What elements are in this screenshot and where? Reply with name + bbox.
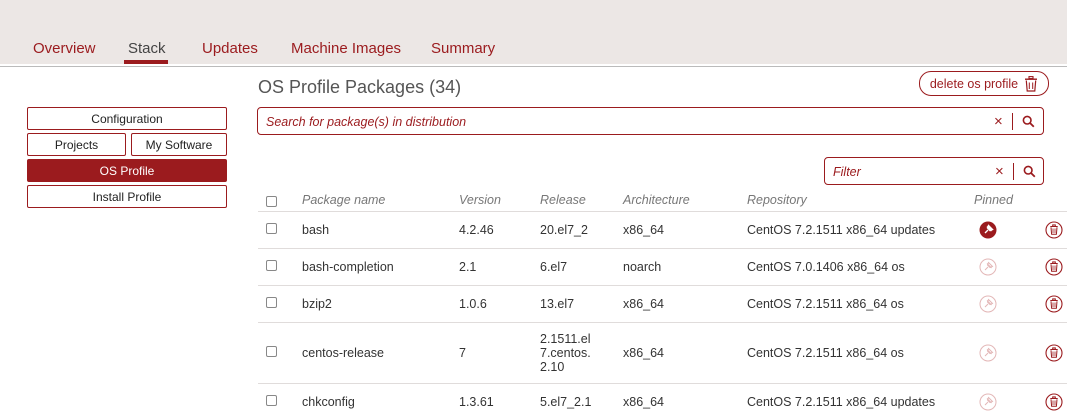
column-header-pinned[interactable]: Pinned: [974, 193, 1013, 207]
tab-summary[interactable]: Summary: [431, 40, 495, 57]
row-checkbox[interactable]: [266, 296, 277, 308]
trash-icon[interactable]: [1045, 257, 1063, 276]
cell-package-name: bash: [302, 222, 330, 237]
pin-icon[interactable]: [979, 221, 997, 239]
delete-os-profile-label: delete os profile: [929, 76, 1019, 91]
cell-architecture: x86_64: [623, 394, 665, 409]
select-all-checkbox[interactable]: [266, 196, 277, 207]
trash-icon[interactable]: [1045, 294, 1063, 313]
cell-package-name: bash-completion: [302, 259, 394, 274]
cell-release: 6.el7: [540, 259, 568, 274]
column-header-version[interactable]: Version: [459, 193, 501, 207]
filter-divider: [1013, 163, 1014, 180]
cell-version: 1.0.6: [459, 296, 487, 311]
tab-overview[interactable]: Overview: [33, 40, 96, 57]
cell-repository: CentOS 7.2.1511 x86_64 os: [747, 296, 904, 311]
page-title: OS Profile Packages (34): [258, 77, 462, 97]
cell-release: 7.centos.: [540, 345, 591, 360]
cell-release: 20.el7_2: [540, 222, 588, 237]
cell-version: 7: [459, 345, 466, 360]
cell-architecture: x86_64: [623, 296, 665, 311]
column-header-repository[interactable]: Repository: [747, 193, 807, 207]
cell-architecture: x86_64: [623, 222, 665, 237]
close-icon[interactable]: ×: [995, 163, 1004, 180]
row-checkbox[interactable]: [266, 222, 277, 234]
search-divider: [1012, 113, 1013, 130]
table-filter: ×: [824, 157, 1044, 185]
pin-icon[interactable]: [979, 393, 997, 411]
filter-input[interactable]: [833, 163, 983, 181]
tab-machine-images[interactable]: Machine Images: [291, 40, 401, 57]
column-header-release[interactable]: Release: [540, 193, 586, 207]
row-checkbox[interactable]: [266, 259, 277, 271]
cell-package-name: chkconfig: [302, 394, 355, 409]
os-profile-button[interactable]: OS Profile: [27, 159, 227, 182]
cell-repository: CentOS 7.2.1511 x86_64 os: [747, 345, 904, 360]
tab-updates[interactable]: Updates: [202, 40, 258, 57]
cell-package-name: bzip2: [302, 296, 332, 311]
tab-stack[interactable]: Stack: [128, 40, 166, 57]
trash-icon: [1025, 75, 1038, 92]
row-checkbox[interactable]: [266, 394, 277, 406]
configuration-button[interactable]: Configuration: [27, 107, 227, 130]
trash-icon[interactable]: [1045, 392, 1063, 411]
magnifier-icon[interactable]: [1023, 165, 1036, 178]
trash-icon[interactable]: [1045, 220, 1063, 239]
cell-release: 13.el7: [540, 296, 575, 311]
package-search: ×: [257, 107, 1044, 135]
cell-release: 2.10: [540, 359, 565, 374]
my-software-button[interactable]: My Software: [131, 133, 227, 156]
delete-os-profile-button[interactable]: delete os profile: [919, 71, 1049, 96]
cell-repository: CentOS 7.0.1406 x86_64 os: [747, 259, 905, 274]
cell-version: 4.2.46: [459, 222, 494, 237]
package-search-input[interactable]: [266, 113, 966, 131]
pin-icon[interactable]: [979, 295, 997, 313]
magnifier-icon[interactable]: [1022, 115, 1035, 128]
pin-icon[interactable]: [979, 344, 997, 362]
active-tab-indicator: [124, 60, 168, 64]
cell-release: 5.el7_2.1: [540, 394, 592, 409]
cell-architecture: noarch: [623, 259, 662, 274]
column-header-package-name[interactable]: Package name: [302, 193, 385, 207]
column-header-architecture[interactable]: Architecture: [623, 193, 690, 207]
cell-package-name: centos-release: [302, 345, 384, 360]
header-divider: [0, 66, 1067, 67]
cell-architecture: x86_64: [623, 345, 665, 360]
pin-icon[interactable]: [979, 258, 997, 276]
cell-version: 2.1: [459, 259, 477, 274]
row-checkbox[interactable]: [266, 345, 277, 357]
projects-button[interactable]: Projects: [27, 133, 126, 156]
close-icon[interactable]: ×: [994, 113, 1003, 130]
cell-version: 1.3.61: [459, 394, 494, 409]
trash-icon[interactable]: [1045, 343, 1063, 362]
cell-release: 2.1511.el: [540, 331, 591, 346]
cell-repository: CentOS 7.2.1511 x86_64 updates: [747, 394, 936, 409]
cell-repository: CentOS 7.2.1511 x86_64 updates: [747, 222, 936, 237]
install-profile-button[interactable]: Install Profile: [27, 185, 227, 208]
